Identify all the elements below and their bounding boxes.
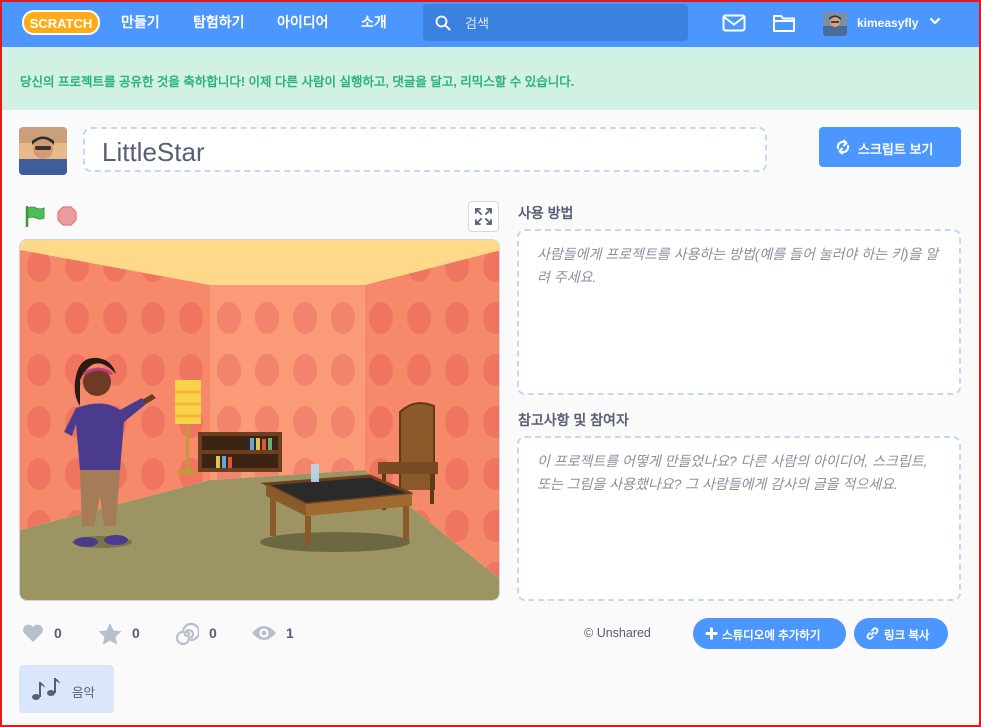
copy-link-label: 링크 복사 (884, 630, 930, 642)
scratch-logo[interactable]: SCRATCH (22, 9, 100, 36)
messages-icon[interactable] (722, 14, 746, 32)
logo-text: SCRATCH (30, 16, 93, 31)
nav-item-about[interactable]: 소개 (361, 12, 387, 32)
instructions-placeholder: 사람들에게 프로젝트를 사용하는 방법(예를 들어 눌러야 하는 키)을 알려 … (537, 246, 939, 285)
heart-icon[interactable] (21, 622, 45, 644)
star-icon[interactable] (97, 622, 123, 646)
stop-sign-icon[interactable] (57, 206, 77, 226)
instructions-label: 사용 방법 (518, 205, 574, 221)
notes-placeholder: 이 프로젝트를 어떻게 만들었나요? 다른 사람의 아이디어, 스크립트, 또는… (537, 453, 928, 492)
genre-tag-music[interactable]: 음악 (19, 665, 114, 713)
search-box[interactable] (423, 4, 688, 41)
share-status-label: Unshared (596, 626, 651, 640)
green-flag-icon[interactable] (24, 205, 46, 227)
view-count: 1 (286, 625, 294, 641)
see-inside-button[interactable]: 스크립트 보기 (819, 127, 961, 167)
nav-item-create[interactable]: 만들기 (121, 12, 160, 32)
username[interactable]: kimeasyfly (857, 16, 918, 30)
search-icon (435, 15, 451, 31)
instructions-textarea[interactable]: 사람들에게 프로젝트를 사용하는 방법(예를 들어 눌러야 하는 키)을 알려 … (517, 229, 961, 395)
share-success-banner: 당신의 프로젝트를 공유한 것을 축하합니다! 이제 다른 사람이 실행하고, … (0, 47, 981, 110)
add-to-studio-label: 스튜디오에 추가하기 (722, 630, 821, 642)
nav-item-ideas[interactable]: 아이디어 (277, 12, 329, 32)
see-inside-label: 스크립트 보기 (858, 142, 934, 157)
copy-link-button[interactable]: 링크 복사 (854, 618, 948, 649)
love-count: 0 (54, 625, 62, 641)
notes-textarea[interactable]: 이 프로젝트를 어떻게 만들었나요? 다른 사람의 아이디어, 스크립트, 또는… (517, 436, 961, 601)
favorite-count: 0 (132, 625, 140, 641)
remix-count: 0 (209, 625, 217, 641)
project-author-avatar[interactable] (19, 127, 67, 175)
project-stage[interactable] (19, 239, 500, 601)
share-status: © Unshared (584, 626, 651, 640)
eye-icon (252, 626, 276, 640)
fullscreen-icon (475, 208, 492, 225)
project-title: LittleStar (102, 137, 205, 167)
music-notes-icon (32, 678, 60, 700)
plus-icon (705, 627, 718, 640)
chevron-down-icon[interactable] (929, 16, 941, 26)
remix-arrows-icon (836, 139, 850, 155)
fullscreen-button[interactable] (468, 201, 499, 232)
notes-label: 참고사항 및 참여자 (518, 412, 629, 428)
genre-tag-label: 음악 (72, 686, 96, 700)
nav-item-explore[interactable]: 탐험하기 (193, 12, 245, 32)
link-icon (866, 627, 879, 640)
add-to-studio-button[interactable]: 스튜디오에 추가하기 (693, 618, 846, 649)
user-avatar[interactable] (823, 12, 847, 36)
banner-message: 당신의 프로젝트를 공유한 것을 축하합니다! 이제 다른 사람이 실행하고, … (20, 75, 575, 89)
search-input[interactable] (463, 12, 677, 34)
my-stuff-folder-icon[interactable] (772, 13, 796, 33)
remix-spiral-icon (175, 622, 199, 646)
copyright-symbol: © (584, 626, 597, 640)
top-nav: SCRATCH 만들기 탐험하기 아이디어 소개 kimeasyfly (0, 0, 981, 47)
project-title-input[interactable]: LittleStar (83, 127, 767, 172)
